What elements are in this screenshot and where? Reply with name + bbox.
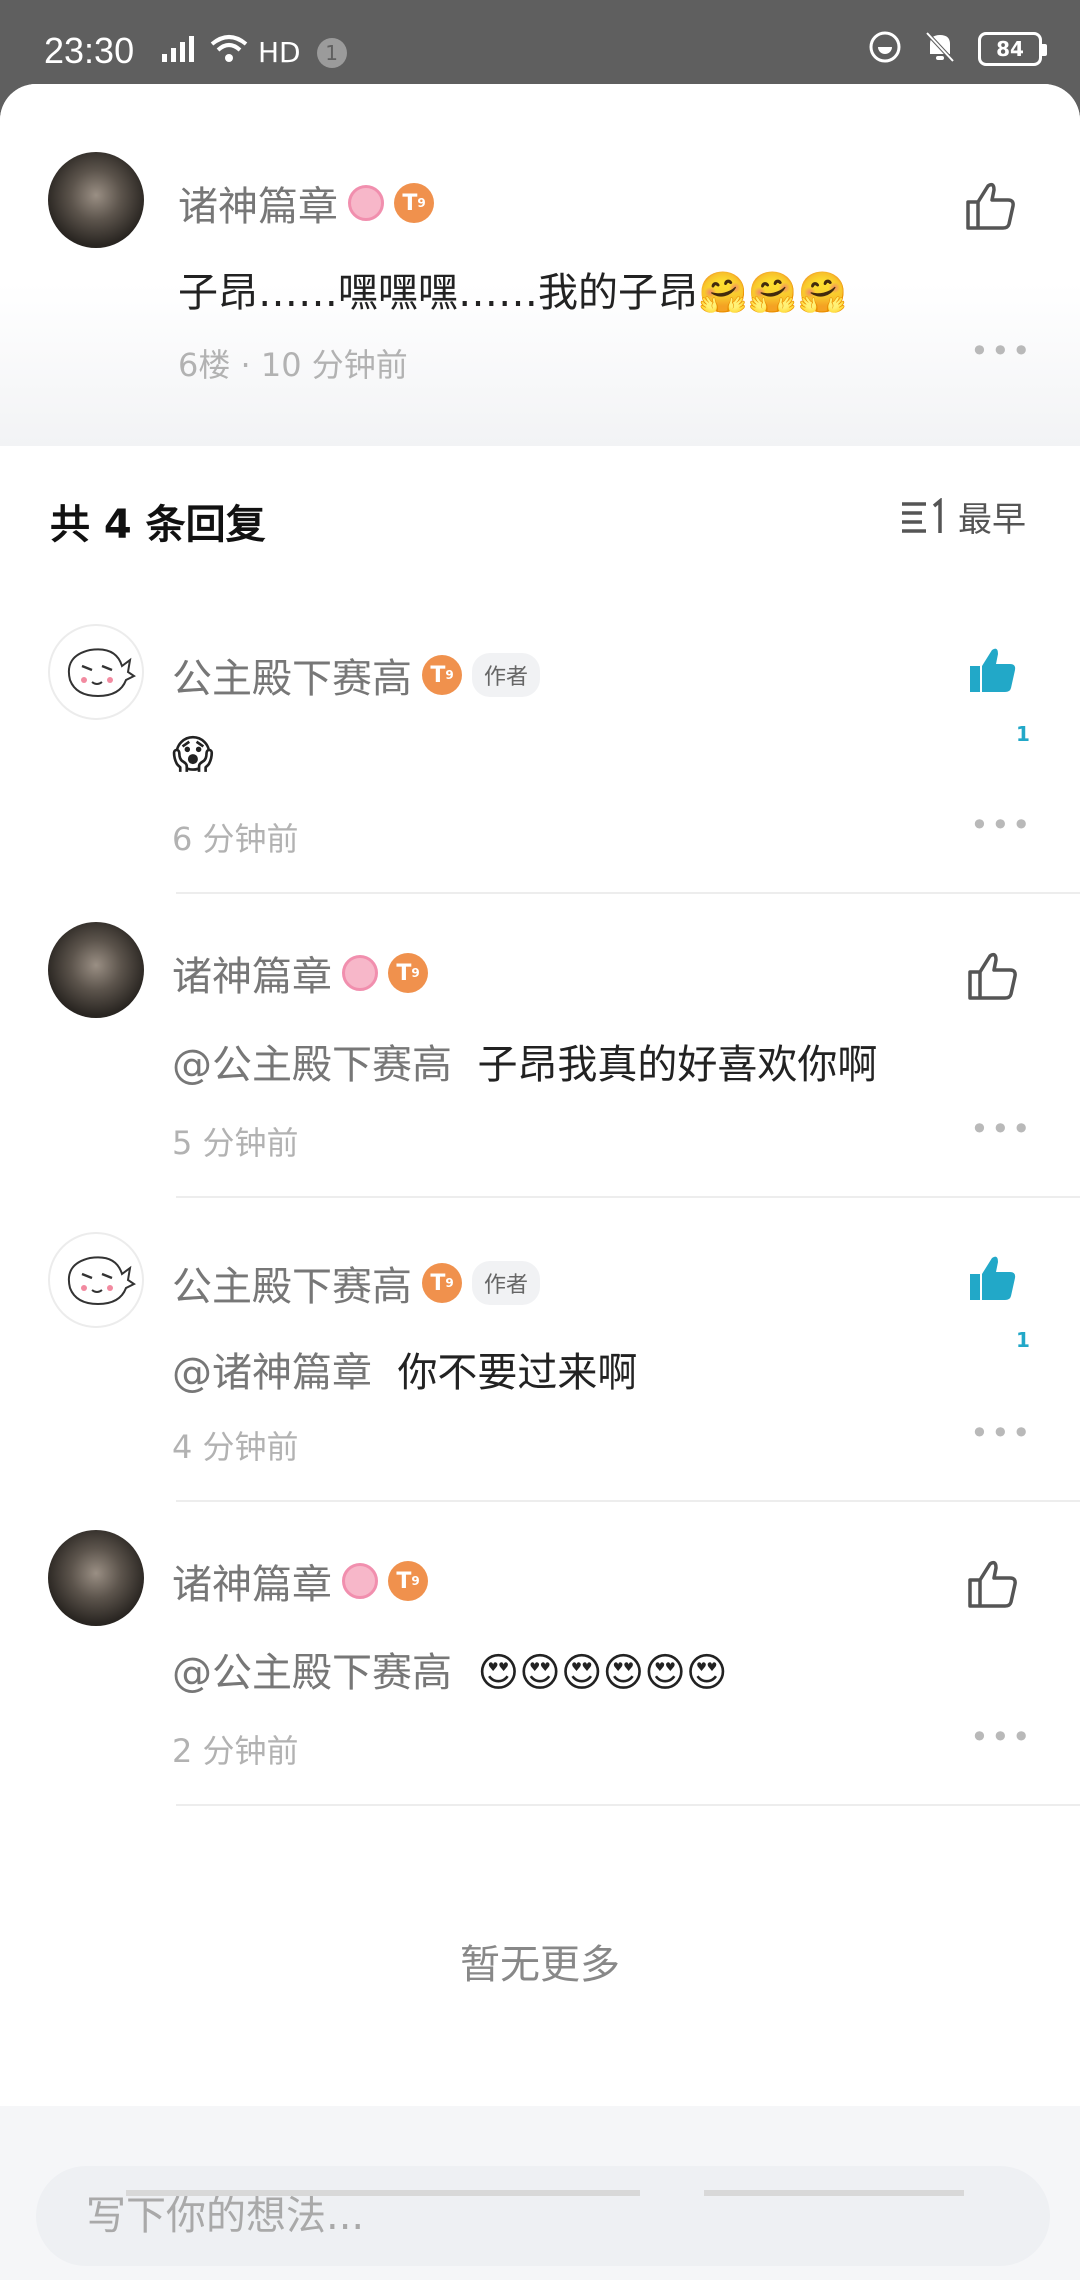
reply-text: @诸神篇章 你不要过来啊 [172,1340,637,1398]
reply-body: 子昂我真的好喜欢你啊 [477,1042,878,1088]
mention-link[interactable]: @诸神篇章 [172,1350,372,1396]
main-comment: 诸神篇章 T9 子昂……嘿嘿嘿……我的子昂🤗🤗🤗 6楼 · 10 分钟前 ••• [0,84,1080,446]
comment-text: 子昂……嘿嘿嘿……我的子昂🤗🤗🤗 [178,270,848,316]
author-tag: 作者 [472,1261,541,1305]
thumb-up-filled-icon [970,1256,1016,1300]
more-options-icon[interactable]: ••• [970,332,1033,370]
fan-badge-icon [342,955,378,991]
reply-text: @公主殿下赛高 😍😍😍😍😍😍 [172,1640,728,1698]
author-name-row: 公主殿下赛高 T9 作者 [172,646,541,704]
divider [176,892,1080,894]
reply-body: 😍😍😍😍😍😍 [477,1650,728,1696]
thumb-up-filled-icon [970,648,1016,692]
avatar[interactable] [48,1232,144,1328]
sort-icon [902,497,942,533]
author-name[interactable]: 诸神篇章 [172,1552,332,1610]
mention-link[interactable]: @公主殿下赛高 [172,1042,452,1088]
wifi-icon [210,34,248,71]
reply-body: 你不要过来啊 [397,1350,638,1396]
reply-time: 4 分钟前 [172,1428,299,1466]
like-button[interactable] [962,640,1022,700]
divider [176,1804,1080,1806]
like-button[interactable] [962,1554,1022,1614]
dnd-icon [868,30,902,68]
cartoon-face-icon [68,648,136,698]
author-name-row: 诸神篇章 T9 [178,174,434,232]
status-icons-right: 84 [868,30,1047,68]
author-name-row: 公主殿下赛高 T9 作者 [172,1254,541,1312]
level-badge-icon: T9 [394,183,434,223]
more-options-icon[interactable]: ••• [970,1414,1033,1452]
replies-section [0,446,1080,2190]
avatar[interactable] [48,152,144,248]
thumb-up-icon [968,1560,1017,1608]
thumb-up-icon [966,182,1015,230]
cartoon-face-icon [68,1256,136,1306]
nav-bar-segment [380,2190,640,2196]
reply-text: @公主殿下赛高 子昂我真的好喜欢你啊 [172,1032,877,1090]
thumb-up-icon [968,952,1017,1000]
comment-input-wrapper[interactable] [36,2166,1050,2266]
fan-badge-icon [348,185,384,221]
status-time: 23:30 [44,30,135,71]
author-name-row: 诸神篇章 T9 [172,1552,428,1610]
reply-time: 6 分钟前 [172,820,299,858]
level-badge-icon: T9 [422,1263,462,1303]
level-badge-icon: T9 [388,1561,428,1601]
more-options-icon[interactable]: ••• [970,806,1033,844]
author-name[interactable]: 诸神篇章 [172,944,332,1002]
author-tag: 作者 [472,653,541,697]
sort-toggle[interactable]: 最早 [900,492,1026,541]
more-options-icon[interactable]: ••• [970,1110,1033,1148]
sort-label: 最早 [958,500,1026,540]
replies-count-title: 共 4 条回复 [50,502,266,548]
divider [176,1500,1080,1502]
author-name[interactable]: 诸神篇章 [178,174,338,232]
avatar[interactable] [48,624,144,720]
mute-bell-icon [924,30,956,68]
avatar[interactable] [48,1530,144,1626]
hd-indicator: HD [258,36,301,69]
author-name[interactable]: 公主殿下赛高 [172,646,412,704]
like-count: 1 [1016,1328,1030,1352]
level-badge-icon: T9 [422,655,462,695]
nav-bar-segment [704,2190,964,2196]
avatar[interactable] [48,922,144,1018]
comment-input[interactable] [86,2193,1050,2239]
like-count: 1 [1016,722,1030,746]
author-name[interactable]: 公主殿下赛高 [172,1254,412,1312]
like-button[interactable] [960,176,1020,236]
comment-meta: 6楼 · 10 分钟前 [178,346,408,384]
comment-sheet: 诸神篇章 T9 子昂……嘿嘿嘿……我的子昂🤗🤗🤗 6楼 · 10 分钟前 •••… [0,84,1080,2280]
mention-link[interactable]: @公主殿下赛高 [172,1650,452,1696]
fan-badge-icon [342,1563,378,1599]
divider [176,1196,1080,1198]
like-button[interactable] [962,1248,1022,1308]
signal-icon [160,34,200,71]
notification-count-badge: 1 [316,37,347,68]
level-badge-icon: T9 [388,953,428,993]
reply-time: 2 分钟前 [172,1732,299,1770]
reply-text: 😱 [172,732,214,778]
like-button[interactable] [962,946,1022,1006]
author-name-row: 诸神篇章 T9 [172,944,428,1002]
battery-indicator: 84 [978,32,1047,66]
more-options-icon[interactable]: ••• [970,1718,1033,1756]
no-more-label: 暂无更多 [460,1942,620,1988]
nav-bar-segment [126,2190,386,2196]
reply-time: 5 分钟前 [172,1124,299,1162]
status-icons-left: HD 1 [160,34,347,71]
